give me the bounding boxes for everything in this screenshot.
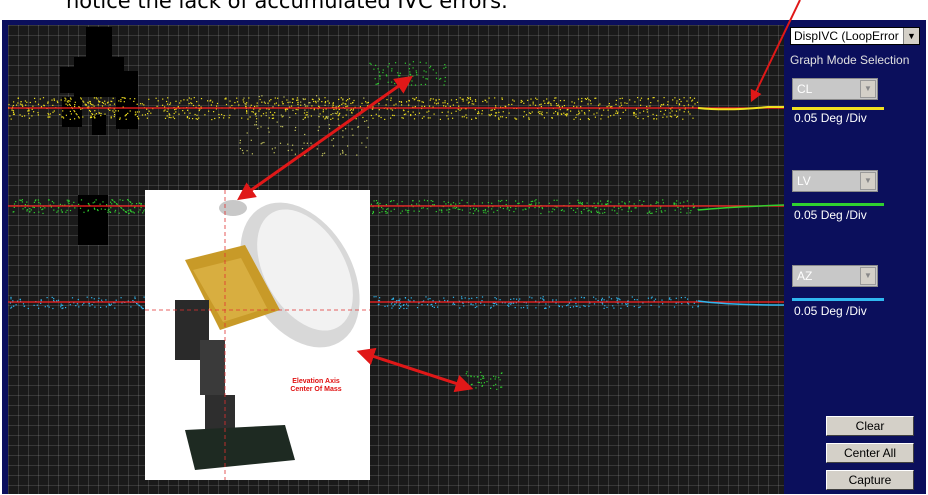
- cl-color-swatch: [792, 107, 884, 110]
- caption-text: notice the lack of accumulated IVC error…: [66, 0, 508, 13]
- cl-axis-value: CL: [797, 82, 813, 96]
- graph-mode-value: DispIVC (LoopError: [794, 29, 899, 43]
- graph-mode-label: Graph Mode Selection: [790, 53, 910, 67]
- chevron-down-icon[interactable]: ▼: [860, 267, 876, 285]
- lv-axis-dropdown[interactable]: LV ▼: [792, 170, 878, 192]
- center-all-button[interactable]: Center All: [826, 443, 914, 463]
- graph-plot: [8, 27, 784, 390]
- capture-button[interactable]: Capture: [826, 470, 914, 490]
- clear-button[interactable]: Clear: [826, 416, 914, 436]
- chevron-down-icon[interactable]: ▼: [903, 28, 919, 44]
- center-of-mass-label: Elevation Axis Center Of Mass: [290, 378, 342, 393]
- antenna-photo: Elevation Axis Center Of Mass: [145, 190, 370, 480]
- lv-axis-value: LV: [797, 174, 811, 188]
- az-color-swatch: [792, 298, 884, 301]
- antenna-illustration: [145, 190, 370, 480]
- lv-scale-label: 0.05 Deg /Div: [794, 208, 867, 222]
- cl-scale-label: 0.05 Deg /Div: [794, 111, 867, 125]
- az-scale-label: 0.05 Deg /Div: [794, 304, 867, 318]
- lv-color-swatch: [792, 203, 884, 206]
- az-axis-value: AZ: [797, 269, 813, 283]
- control-panel: DispIVC (LoopError ▼ Graph Mode Selectio…: [786, 25, 924, 494]
- graph-mode-dropdown[interactable]: DispIVC (LoopError ▼: [790, 27, 920, 45]
- chevron-down-icon[interactable]: ▼: [860, 80, 876, 98]
- chevron-down-icon[interactable]: ▼: [860, 172, 876, 190]
- az-axis-dropdown[interactable]: AZ ▼: [792, 265, 878, 287]
- graph-area: [8, 25, 784, 494]
- cl-axis-dropdown[interactable]: CL ▼: [792, 78, 878, 100]
